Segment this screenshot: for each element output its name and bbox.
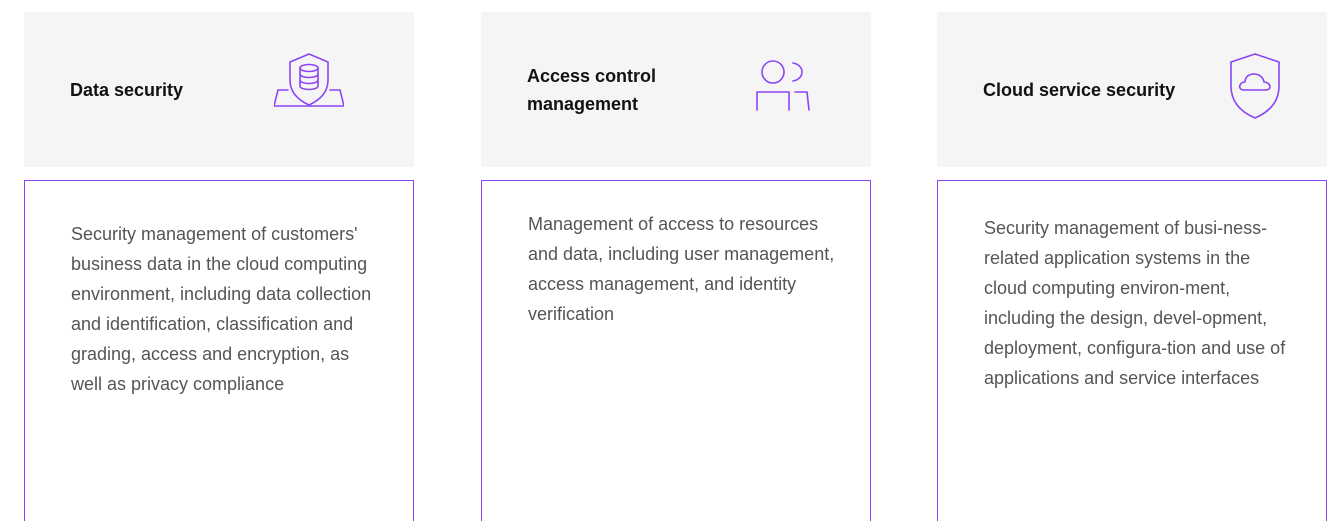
- database-shield-icon: [274, 50, 344, 110]
- card-description: Management of access to resources and da…: [528, 214, 835, 324]
- card-title: Data security: [70, 79, 184, 100]
- users-icon: [753, 58, 813, 112]
- card-description: Security management of busi-ness-related…: [984, 218, 1286, 388]
- card-body: Security management of customers' busine…: [24, 180, 414, 521]
- cloud-shield-icon: [1227, 52, 1283, 120]
- card-header: Cloud service security: [937, 12, 1327, 167]
- card-header: Access control management: [481, 12, 871, 167]
- card-body: Security management of busi-ness-related…: [937, 180, 1327, 521]
- card-title: Cloud service security: [983, 79, 1176, 100]
- card-description: Security management of customers' busine…: [71, 224, 372, 394]
- card-access-control: Access control management Management of …: [481, 12, 871, 521]
- card-title: Access control management: [527, 65, 657, 114]
- card-data-security: Data security Security management of cus…: [24, 12, 414, 521]
- card-body: Management of access to resources and da…: [481, 180, 871, 521]
- feature-cards: Data security Security management of cus…: [0, 0, 1335, 521]
- card-header: Data security: [24, 12, 414, 167]
- card-cloud-service-security: Cloud service security Security manageme…: [937, 12, 1327, 521]
